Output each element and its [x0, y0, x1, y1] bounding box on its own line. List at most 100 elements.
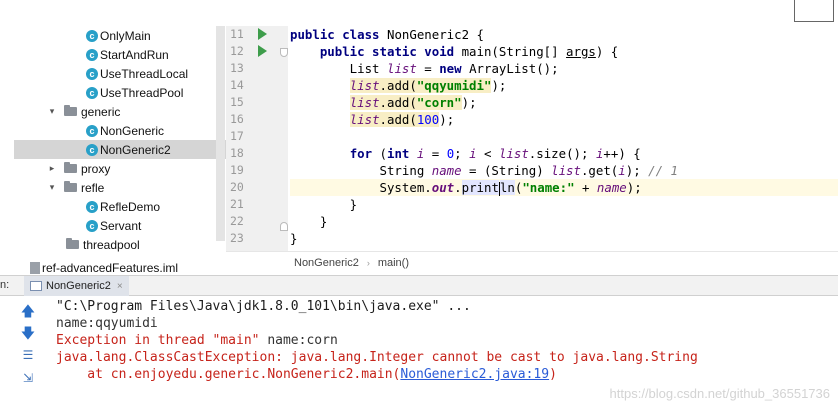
code-line[interactable]: }: [290, 196, 838, 213]
code-token: (: [379, 146, 387, 161]
tree-item-nongeneric2[interactable]: c NonGeneric2: [14, 140, 226, 159]
fold-icon[interactable]: [280, 48, 288, 57]
run-panel-prefix: n:: [0, 279, 10, 291]
scroll-to-end-icon[interactable]: ⇲: [20, 370, 36, 386]
code-line[interactable]: [290, 128, 838, 145]
run-tab[interactable]: NonGeneric2 ×: [24, 276, 129, 296]
code-token: }: [290, 214, 328, 229]
class-icon: c: [86, 143, 98, 156]
console-line: Exception in thread "main" name:corn: [56, 332, 338, 349]
code-line[interactable]: }: [290, 213, 838, 230]
code-line[interactable]: System.out.println("name:" + name);: [290, 179, 838, 196]
code-editor[interactable]: 11 12 13 14 15 16 17 18 19 20 21 22 23 p…: [226, 26, 838, 251]
code-token: }: [290, 231, 298, 246]
tree-item-onlymain[interactable]: c OnlyMain: [14, 26, 226, 45]
code-token: =: [424, 146, 447, 161]
code-token: new: [439, 61, 470, 76]
code-line[interactable]: list.add("corn");: [290, 94, 838, 111]
code-token: args: [566, 44, 596, 59]
tree-item-refledemo[interactable]: c RefleDemo: [14, 197, 226, 216]
code-token: main(String[]: [461, 44, 567, 59]
line-number: 20: [230, 180, 244, 194]
tree-item-usethreadlocal[interactable]: c UseThreadLocal: [14, 64, 226, 83]
tree-item-label: NonGeneric2: [100, 142, 171, 157]
breadcrumb: NonGeneric2 › main(): [226, 251, 838, 273]
code-token: name: [596, 180, 627, 195]
module-file-icon: [30, 262, 40, 274]
tree-item-label: NonGeneric: [100, 123, 165, 138]
code-line[interactable]: list.add("qqyumidi");: [290, 77, 838, 94]
console-line: at cn.enjoyedu.generic.NonGeneric2.main(…: [56, 366, 557, 383]
tree-item-startandrun[interactable]: c StartAndRun: [14, 45, 226, 64]
run-tab-label: NonGeneric2: [46, 280, 111, 292]
project-tree: c OnlyMain c StartAndRun c UseThreadLoca…: [0, 26, 226, 276]
code-token: public class: [290, 27, 387, 42]
code-token: .add(: [379, 112, 417, 127]
code-line[interactable]: }: [290, 230, 838, 247]
tree-item-threadpool[interactable]: threadpool: [14, 235, 226, 254]
code-token: String: [290, 163, 432, 178]
run-panel-header: n: NonGeneric2 ×: [0, 275, 838, 296]
line-number: 12: [230, 44, 244, 58]
code-token: i: [469, 146, 477, 161]
console-output-text: name:corn: [267, 333, 338, 348]
tree-item-label: proxy: [81, 161, 111, 176]
code-token: );: [439, 112, 455, 127]
code-line[interactable]: list.add(100);: [290, 111, 838, 128]
line-number: 15: [230, 95, 244, 109]
class-icon: c: [86, 200, 98, 213]
run-class-icon[interactable]: [258, 28, 267, 40]
tree-item-refle[interactable]: ▾ refle: [14, 178, 226, 197]
code-line[interactable]: public class NonGeneric2 {: [290, 26, 838, 43]
code-line[interactable]: List list = new ArrayList();: [290, 60, 838, 77]
code-token: list: [349, 95, 380, 110]
stack-frame-suffix: ): [549, 367, 557, 382]
close-icon[interactable]: ×: [117, 281, 123, 292]
tree-item-generic[interactable]: ▾ generic: [14, 102, 226, 121]
run-toolbar: 🡅 🡇 ☰ ⇲: [14, 297, 48, 392]
line-number: 21: [230, 197, 244, 211]
code-token: for: [349, 146, 380, 161]
code-line[interactable]: public static void main(String[] args) {: [290, 43, 838, 60]
code-token: list: [349, 78, 380, 93]
tree-item-iml[interactable]: ref-advancedFeatures.iml: [30, 260, 178, 276]
fold-icon[interactable]: [280, 222, 288, 231]
code-token: list: [349, 112, 380, 127]
stack-frame-text: at cn.enjoyedu.generic.NonGeneric2.main(: [56, 367, 401, 382]
down-arrow-icon[interactable]: 🡇: [20, 325, 36, 341]
code-token: =: [416, 61, 440, 76]
breadcrumb-class[interactable]: NonGeneric2: [294, 257, 359, 269]
line-number: 23: [230, 231, 244, 245]
tree-item-label: generic: [81, 104, 121, 119]
code-token: );: [491, 78, 507, 93]
console-line: name:qqyumidi: [56, 316, 158, 331]
code-token: name: [431, 163, 462, 178]
collapse-arrow-icon[interactable]: ▸: [46, 163, 58, 174]
run-method-icon[interactable]: [258, 45, 267, 57]
soft-wrap-icon[interactable]: ☰: [20, 347, 36, 363]
up-arrow-icon[interactable]: 🡅: [20, 303, 36, 319]
code-token: ln: [499, 180, 515, 195]
line-number: 13: [230, 61, 244, 75]
code-token: );: [626, 180, 642, 195]
package-icon: [64, 105, 77, 116]
code-line[interactable]: String name = (String) list.get(i); // 1: [290, 162, 838, 179]
code-token: out: [431, 180, 455, 195]
tree-item-proxy[interactable]: ▸ proxy: [14, 159, 226, 178]
code-token: .size();: [528, 146, 596, 161]
code-line[interactable]: for (int i = 0; i < list.size(); i++) {: [290, 145, 838, 162]
run-config-icon: [30, 281, 42, 291]
stack-frame-link[interactable]: NonGeneric2.java:19: [400, 367, 549, 382]
tree-item-servant[interactable]: c Servant: [14, 216, 226, 235]
tree-scrollbar[interactable]: [216, 26, 225, 241]
code-token: ;: [454, 146, 470, 161]
tree-item-nongeneric[interactable]: c NonGeneric: [14, 121, 226, 140]
tree-item-usethreadpool[interactable]: c UseThreadPool: [14, 83, 226, 102]
breadcrumb-method[interactable]: main(): [378, 257, 409, 269]
class-icon: c: [86, 29, 98, 42]
code-token: .get(: [580, 163, 619, 178]
expand-arrow-icon[interactable]: ▾: [46, 182, 58, 193]
expand-arrow-icon[interactable]: ▾: [46, 106, 58, 117]
